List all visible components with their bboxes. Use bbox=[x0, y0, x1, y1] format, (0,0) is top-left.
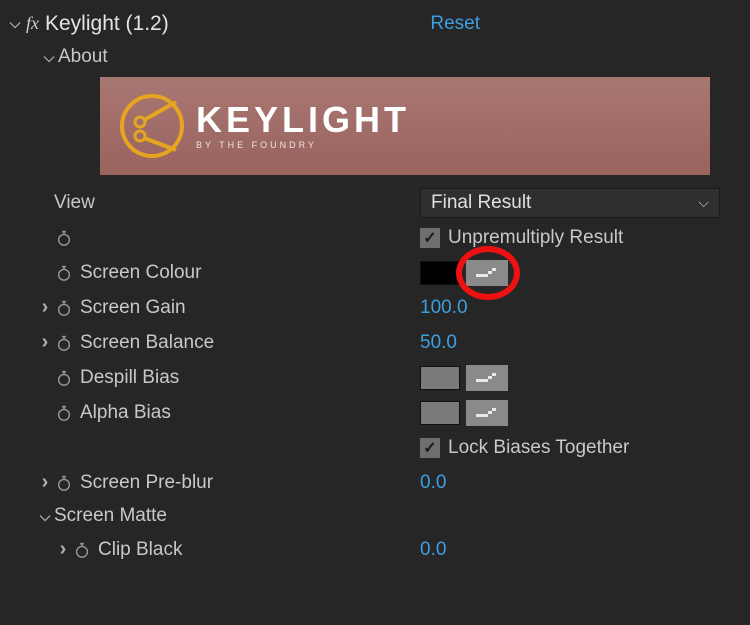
despill-bias-label: Despill Bias bbox=[80, 367, 179, 389]
screen-matte-row: Screen Matte bbox=[0, 500, 750, 532]
effect-panel: fx Keylight (1.2) Reset About KEYLIGHT B… bbox=[0, 0, 750, 567]
stopwatch-icon[interactable] bbox=[54, 403, 74, 423]
screen-preblur-value[interactable]: 0.0 bbox=[420, 472, 446, 494]
clip-black-value[interactable]: 0.0 bbox=[420, 539, 446, 561]
screen-balance-row: Screen Balance 50.0 bbox=[0, 325, 750, 360]
stopwatch-icon[interactable] bbox=[54, 263, 74, 283]
reset-button[interactable]: Reset bbox=[430, 13, 480, 35]
screen-gain-label: Screen Gain bbox=[80, 297, 186, 319]
view-row: View Final Result ⌵ bbox=[0, 185, 750, 220]
view-dropdown-value: Final Result bbox=[431, 192, 531, 214]
screen-gain-row: Screen Gain 100.0 bbox=[0, 290, 750, 325]
effect-twisty[interactable] bbox=[6, 15, 24, 32]
stopwatch-icon[interactable] bbox=[54, 298, 74, 318]
about-twisty[interactable] bbox=[40, 49, 58, 66]
stopwatch-icon[interactable] bbox=[72, 540, 92, 560]
keylight-logo-icon bbox=[118, 92, 186, 160]
effect-title: Keylight (1.2) bbox=[45, 12, 169, 36]
stopwatch-icon[interactable] bbox=[54, 473, 74, 493]
screen-matte-twisty[interactable] bbox=[36, 508, 54, 525]
keylight-logo-word: KEYLIGHT bbox=[196, 102, 410, 138]
screen-gain-value[interactable]: 100.0 bbox=[420, 297, 468, 319]
lock-biases-label: Lock Biases Together bbox=[448, 437, 629, 459]
about-label: About bbox=[58, 46, 108, 68]
stopwatch-icon[interactable] bbox=[54, 228, 74, 248]
view-dropdown[interactable]: Final Result ⌵ bbox=[420, 188, 720, 218]
clip-black-label: Clip Black bbox=[98, 539, 182, 561]
screen-balance-label: Screen Balance bbox=[80, 332, 214, 354]
unpremultiply-checkbox[interactable] bbox=[420, 228, 440, 248]
screen-colour-row: Screen Colour bbox=[0, 255, 750, 290]
stopwatch-icon[interactable] bbox=[54, 333, 74, 353]
effect-header-row: fx Keylight (1.2) Reset bbox=[0, 6, 750, 41]
alpha-bias-swatch[interactable] bbox=[420, 401, 460, 425]
screen-gain-twisty[interactable] bbox=[36, 296, 54, 319]
stopwatch-icon[interactable] bbox=[54, 368, 74, 388]
screen-colour-eyedropper[interactable] bbox=[466, 260, 508, 286]
alpha-bias-eyedropper[interactable] bbox=[466, 400, 508, 426]
view-label: View bbox=[54, 192, 95, 214]
screen-preblur-row: Screen Pre-blur 0.0 bbox=[0, 465, 750, 500]
chevron-down-icon: ⌵ bbox=[698, 194, 709, 211]
screen-matte-label: Screen Matte bbox=[54, 505, 167, 527]
screen-colour-label: Screen Colour bbox=[80, 262, 201, 284]
alpha-bias-row: Alpha Bias bbox=[0, 395, 750, 430]
clip-black-twisty[interactable] bbox=[54, 538, 72, 561]
despill-bias-swatch[interactable] bbox=[420, 366, 460, 390]
screen-preblur-label: Screen Pre-blur bbox=[80, 472, 213, 494]
despill-bias-row: Despill Bias bbox=[0, 360, 750, 395]
despill-bias-eyedropper[interactable] bbox=[466, 365, 508, 391]
keylight-logo-sub: BY THE FOUNDRY bbox=[196, 140, 410, 150]
fx-badge: fx bbox=[26, 13, 39, 34]
clip-black-row: Clip Black 0.0 bbox=[0, 532, 750, 567]
screen-colour-swatch[interactable] bbox=[420, 261, 460, 285]
screen-balance-twisty[interactable] bbox=[36, 331, 54, 354]
screen-preblur-twisty[interactable] bbox=[36, 471, 54, 494]
unpremultiply-label: Unpremultiply Result bbox=[448, 227, 623, 249]
lock-biases-row: Lock Biases Together bbox=[0, 430, 750, 465]
about-row: About bbox=[0, 41, 750, 73]
screen-balance-value[interactable]: 50.0 bbox=[420, 332, 457, 354]
alpha-bias-label: Alpha Bias bbox=[80, 402, 171, 424]
keylight-logo-banner: KEYLIGHT BY THE FOUNDRY bbox=[100, 77, 710, 175]
lock-biases-checkbox[interactable] bbox=[420, 438, 440, 458]
unpremultiply-row: Unpremultiply Result bbox=[0, 220, 750, 255]
